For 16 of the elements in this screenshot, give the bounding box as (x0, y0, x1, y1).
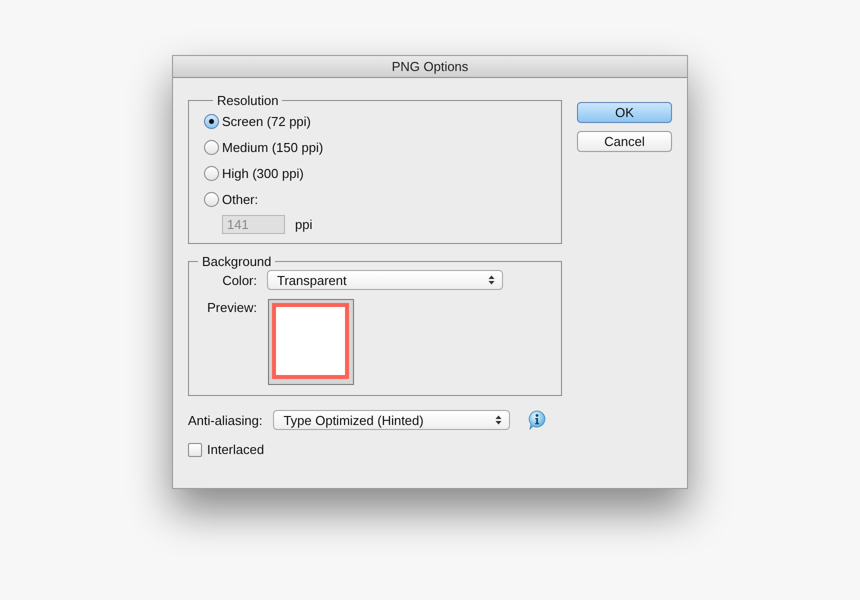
radio-label[interactable]: Medium (150 ppi) (222, 140, 324, 154)
cancel-button[interactable]: Cancel (577, 131, 672, 152)
dropdown[interactable]: Type Optimized (Hinted) (273, 410, 510, 430)
field-label: Anti-aliasing: (188, 412, 262, 428)
dropdown[interactable]: Transparent (267, 270, 503, 290)
field-label: Color: (221, 272, 257, 288)
ok-button[interactable]: OK (577, 102, 672, 123)
group-title: Resolution (216, 93, 280, 108)
group-title: Background (201, 254, 272, 269)
radio-label[interactable]: Screen (72 ppi) (222, 114, 311, 128)
window-title: PNG Options (173, 56, 687, 78)
radio-label[interactable]: Other: (222, 192, 258, 206)
unit-label: ppi (295, 217, 312, 232)
checkbox-label[interactable]: Interlaced (207, 442, 264, 457)
field-label: Preview: (206, 300, 257, 315)
radio-label[interactable]: High (300 ppi) (222, 166, 304, 180)
